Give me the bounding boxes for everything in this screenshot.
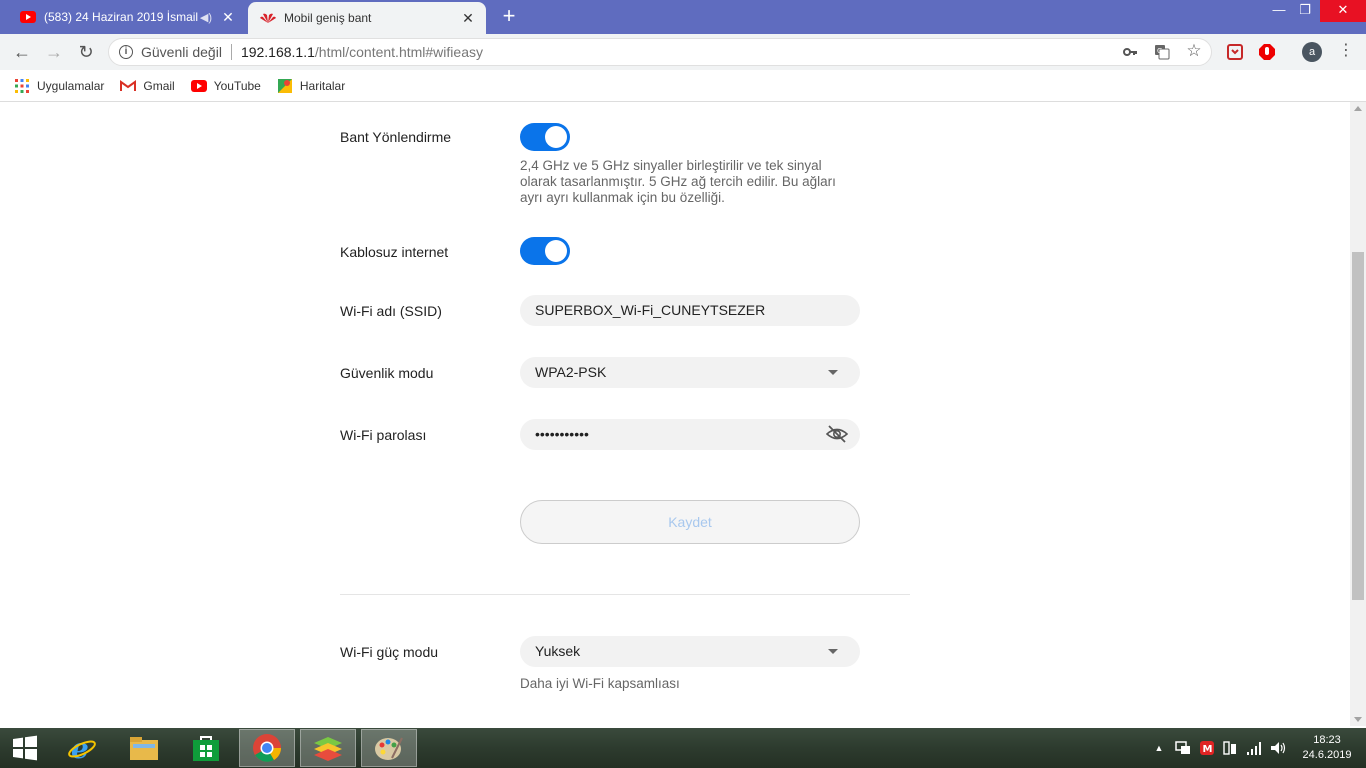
password-input[interactable]: ••••••••••• [520,419,860,450]
section-divider [340,594,910,595]
bluestacks-icon [314,737,342,761]
ssid-label: Wi-Fi adı (SSID) [340,303,442,319]
url-host: 192.168.1.1 [240,44,315,60]
store-icon [193,736,219,761]
svg-text:M: M [1203,744,1213,755]
tab-youtube[interactable]: (583) 24 Haziran 2019 İsmail ◀) ✕ [8,0,246,34]
band-steering-label: Bant Yönlendirme [340,129,452,145]
page-scrollbar[interactable] [1350,102,1366,726]
reload-button[interactable]: ↻ [74,40,98,64]
password-label: Wi-Fi parolası [340,427,427,443]
profile-avatar[interactable]: a [1302,42,1322,62]
youtube-icon [20,9,36,25]
clock-time: 18:23 [1313,734,1341,746]
bookmark-gmail[interactable]: Gmail [120,78,175,94]
security-mode-select[interactable]: WPA2-PSK [520,357,860,388]
wireless-label: Kablosuz internet [340,244,449,260]
power-mode-value: Yuksek [535,643,581,659]
back-button[interactable]: ← [10,40,34,64]
gmail-icon [120,78,137,94]
bookmark-star-icon[interactable]: ☆ [1186,42,1202,59]
ie-icon: e [68,733,96,763]
info-icon[interactable]: i [119,45,133,59]
close-window-button[interactable]: ✕ [1320,0,1366,22]
signal-bars-icon[interactable] [1246,740,1262,756]
scroll-thumb[interactable] [1352,252,1364,600]
bookmark-apps[interactable]: Uygulamalar [14,78,104,94]
chrome-icon [253,734,281,762]
wireless-toggle[interactable] [520,237,570,265]
youtube-icon [190,78,207,94]
tab-strip: (583) 24 Haziran 2019 İsmail ◀) ✕ Mobil … [0,0,1366,34]
url-path: /html/content.html#wifieasy [314,44,483,60]
chevron-down-icon [828,370,838,375]
scroll-up-icon[interactable] [1354,106,1362,111]
close-tab-icon[interactable]: ✕ [218,9,238,26]
security-label: Güvenli değil [141,44,222,60]
device-sync-icon[interactable] [1222,740,1238,756]
bookmark-label: Haritalar [299,78,346,93]
maps-icon [277,78,293,94]
restore-button[interactable]: ❐ [1290,0,1320,22]
bookmark-label: Uygulamalar [37,78,105,93]
antivirus-icon[interactable]: M [1199,740,1215,756]
file-explorer-icon [130,737,158,760]
scroll-down-icon[interactable] [1354,717,1362,722]
power-mode-label: Wi-Fi güç modu [340,644,439,660]
address-separator [230,44,232,60]
ssid-input[interactable]: SUPERBOX_Wi-Fi_CUNEYTSEZER [520,295,860,326]
show-hidden-icons-icon[interactable]: ▲ [1151,740,1167,756]
bookmark-label: YouTube [213,78,261,93]
huawei-icon [260,10,276,26]
bookmarks-bar: Uygulamalar Gmail YouTube Haritalar [0,70,1366,102]
taskbar-chrome[interactable] [239,729,295,767]
pocket-extension-icon[interactable] [1226,43,1244,61]
address-bar[interactable]: i Güvenli değil 192.168.1.1/html/content… [108,38,1212,66]
taskbar-store[interactable] [178,729,234,767]
security-mode-value: WPA2-PSK [535,364,607,380]
bookmark-youtube[interactable]: YouTube [190,78,261,94]
power-mode-select[interactable]: Yuksek [520,636,860,667]
power-mode-hint: Daha iyi Wi-Fi kapsamlıası [520,676,680,691]
taskbar-paint[interactable] [361,729,417,767]
clock-date: 24.6.2019 [1302,749,1352,761]
volume-icon[interactable] [1270,740,1286,756]
tab-mobil-genis-bant[interactable]: Mobil geniş bant ✕ [248,2,486,34]
speaker-icon[interactable]: ◀) [200,11,212,24]
eye-hidden-icon[interactable] [825,424,849,444]
more-menu-icon[interactable]: ⋮ [1338,42,1354,62]
key-icon[interactable] [1122,44,1138,60]
close-tab-icon[interactable]: ✕ [458,10,478,27]
translate-icon[interactable]: G [1154,44,1170,60]
tab-title: Mobil geniş bant [284,11,372,25]
start-button[interactable] [0,729,50,767]
new-tab-button[interactable]: + [498,5,520,28]
paint-icon [375,737,403,760]
save-button[interactable]: Kaydet [520,500,860,544]
forward-button[interactable]: → [42,40,66,64]
windows-taskbar: e ▲ M 18:23 24.6.2019 [0,728,1366,768]
taskbar-file-explorer[interactable] [116,729,172,767]
adblock-extension-icon[interactable] [1258,43,1276,61]
tab-title: (583) 24 Haziran 2019 İsmail [44,10,199,24]
password-value: ••••••••••• [535,426,589,442]
band-steering-toggle[interactable] [520,123,570,151]
bookmark-maps[interactable]: Haritalar [277,78,345,94]
bookmark-label: Gmail [143,78,175,93]
band-steering-description: 2,4 GHz ve 5 GHz sinyaller birleştirilir… [520,158,836,205]
security-mode-label: Güvenlik modu [340,365,434,381]
chevron-down-icon [828,649,838,654]
taskbar-bluestacks[interactable] [300,729,356,767]
apps-grid-icon [14,78,30,94]
network-monitor-icon[interactable] [1175,740,1191,756]
taskbar-clock[interactable]: 18:23 24.6.2019 [1292,733,1362,763]
windows-logo-icon [13,735,37,761]
taskbar-ie[interactable]: e [54,729,110,767]
router-settings-page: Bant Yönlendirme 2,4 GHz ve 5 GHz sinyal… [0,102,1350,726]
svg-text:G: G [1157,47,1162,55]
